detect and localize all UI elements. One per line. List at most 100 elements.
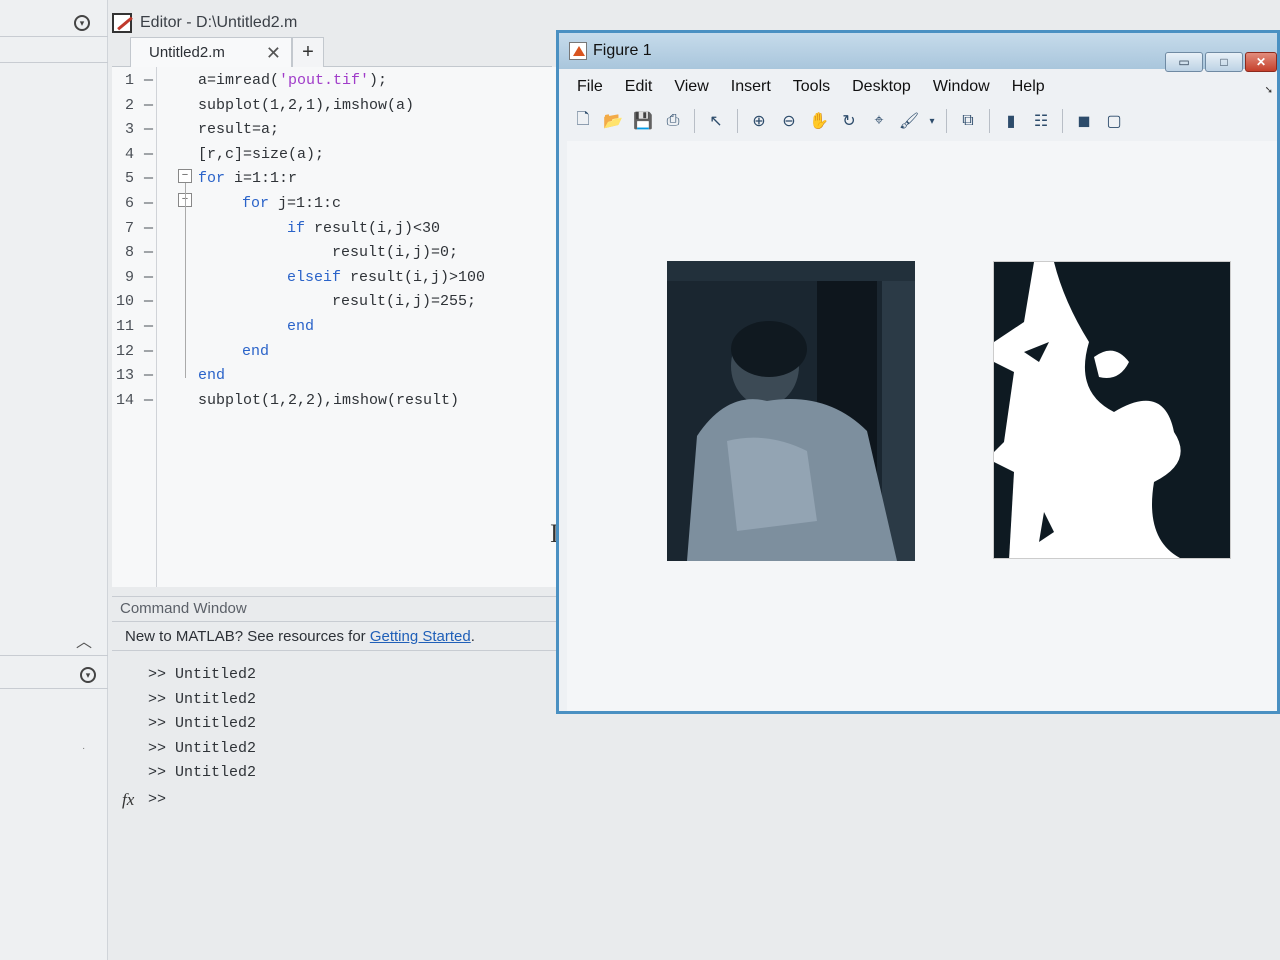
getting-started-link[interactable]: Getting Started <box>370 628 471 645</box>
colorbar-icon[interactable]: ▮ <box>999 109 1023 133</box>
code-line[interactable]: 4 — [r,c]=size(a); <box>112 143 557 167</box>
code-line[interactable]: 9 — elseif result(i,j)>100 <box>112 266 557 290</box>
menu-window[interactable]: Window <box>933 78 990 96</box>
figure-window[interactable]: Figure 1 ▭ □ ✕ ➘ File Edit View Insert T… <box>556 30 1280 714</box>
breakpoint-marker[interactable]: — <box>144 94 153 118</box>
code-token: ); <box>369 72 388 89</box>
breakpoint-marker[interactable]: — <box>144 217 153 241</box>
code-text: end <box>198 364 225 388</box>
rotate-3d-icon[interactable]: ↻ <box>837 109 861 133</box>
code-line[interactable]: 10 — result(i,j)=255; <box>112 290 557 314</box>
breakpoint-marker[interactable]: — <box>144 167 153 191</box>
code-text: for j=1:1:c <box>242 192 341 216</box>
chevron-down-icon[interactable]: ▾ <box>927 109 937 133</box>
figure-menu-bar: File Edit View Insert Tools Desktop Wind… <box>559 73 1277 101</box>
new-tab-button[interactable]: + <box>292 37 324 67</box>
breakpoint-marker[interactable]: — <box>144 340 153 364</box>
pan-icon[interactable]: ✋ <box>807 109 831 133</box>
toolbar-separator <box>737 109 738 133</box>
legend-icon[interactable]: ☷ <box>1029 109 1053 133</box>
line-number: 7 <box>124 219 134 237</box>
breakpoint-marker[interactable]: — <box>144 192 153 216</box>
breakpoint-marker[interactable]: — <box>144 143 153 167</box>
toolbar-separator <box>946 109 947 133</box>
code-line[interactable]: 5 — for i=1:1:r <box>112 167 557 191</box>
code-line[interactable]: 3 — result=a; <box>112 118 557 142</box>
code-text: subplot(1,2,1),imshow(a) <box>198 94 414 118</box>
code-line[interactable]: 13 — end <box>112 364 557 388</box>
toolbar-separator <box>989 109 990 133</box>
open-file-icon[interactable]: 📂 <box>601 109 625 133</box>
code-token: subplot(1,2,2),imshow(result) <box>198 391 460 409</box>
editor-tab-bar: Untitled2.m ✕ + <box>112 37 552 67</box>
command-window-header[interactable]: Command Window <box>112 596 562 622</box>
zoom-in-icon[interactable]: ⊕ <box>747 109 771 133</box>
hide-plot-tools-icon[interactable]: ◼ <box>1072 109 1096 133</box>
breakpoint-marker[interactable]: — <box>144 364 153 388</box>
line-number: 1 <box>124 72 134 89</box>
code-editor[interactable]: − − I 1—a=imread('pout.tif');2—subplot(1… <box>112 67 559 587</box>
code-line[interactable]: 14 — subplot(1,2,2),imshow(result) <box>112 389 557 413</box>
command-prompt[interactable]: >> <box>148 791 166 808</box>
data-cursor-icon[interactable]: ⌖ <box>867 109 891 133</box>
figure-title-text: Figure 1 <box>593 42 652 59</box>
print-icon[interactable]: ⎙ <box>661 109 685 133</box>
code-line[interactable]: 11 — end <box>112 315 557 339</box>
keyword-token: end <box>242 342 270 360</box>
panel-menu-icon[interactable]: ▾ <box>80 667 96 683</box>
function-browser-icon[interactable]: fx <box>122 790 134 810</box>
figure-toolbar: 🗋 📂 💾 ⎙ ↖ ⊕ ⊖ ✋ ↻ ⌖ 🖌 ▾ ⧉ ▮ ☷ ◼ ▢ <box>559 103 1277 139</box>
command-history-line: >> Untitled2 <box>148 666 257 683</box>
breakpoint-marker[interactable]: — <box>144 315 153 339</box>
line-number: 5 <box>124 170 134 188</box>
code-line[interactable]: 2 — subplot(1,2,1),imshow(a) <box>112 94 557 118</box>
subplot-result-image[interactable] <box>993 261 1231 559</box>
getting-started-notice: New to MATLAB? See resources for Getting… <box>112 623 562 651</box>
panel-menu-icon[interactable]: ▾ <box>74 15 90 31</box>
brush-icon[interactable]: 🖌 <box>897 109 921 133</box>
menu-desktop[interactable]: Desktop <box>852 78 911 96</box>
breakpoint-marker[interactable]: — <box>144 389 153 413</box>
menu-insert[interactable]: Insert <box>731 78 771 96</box>
minimize-button[interactable]: ▭ <box>1165 52 1203 72</box>
breakpoint-marker[interactable]: — <box>144 118 153 142</box>
menu-file[interactable]: File <box>577 78 603 96</box>
breakpoint-marker[interactable]: — <box>144 290 153 314</box>
keyword-token: for <box>198 170 226 188</box>
new-figure-icon[interactable]: 🗋 <box>571 109 595 133</box>
code-line[interactable]: 8 — result(i,j)=0; <box>112 241 557 265</box>
collapse-up-icon[interactable]: ︿ <box>76 628 92 652</box>
left-panel-strip: ▾ ︿ ▾ <box>0 0 108 960</box>
close-button[interactable]: ✕ <box>1245 52 1277 72</box>
code-line[interactable]: 6 — for j=1:1:c <box>112 192 557 216</box>
divider <box>0 62 108 63</box>
link-plot-icon[interactable]: ⧉ <box>956 109 980 133</box>
figure-title: Figure 1 <box>569 42 652 60</box>
code-token: result(i,j)>100 <box>341 268 486 286</box>
show-plot-tools-icon[interactable]: ▢ <box>1102 109 1126 133</box>
subplot-original-image[interactable] <box>667 261 915 561</box>
maximize-button[interactable]: □ <box>1205 52 1243 72</box>
pointer-icon[interactable]: ↖ <box>704 109 728 133</box>
figure-canvas[interactable] <box>567 141 1277 711</box>
menu-tools[interactable]: Tools <box>793 78 830 96</box>
original-image-graphic <box>667 261 915 561</box>
code-text: subplot(1,2,2),imshow(result) <box>198 389 459 413</box>
code-line[interactable]: 7 — if result(i,j)<30 <box>112 217 557 241</box>
code-line[interactable]: 1 — a=imread('pout.tif'); <box>112 69 557 93</box>
code-text: if result(i,j)<30 <box>287 217 440 241</box>
breakpoint-marker[interactable]: — <box>144 69 153 93</box>
breakpoint-marker[interactable]: — <box>144 266 153 290</box>
breakpoint-marker[interactable]: — <box>144 241 153 265</box>
close-icon[interactable]: ✕ <box>266 43 281 64</box>
string-token: 'pout.tif' <box>279 72 370 89</box>
code-token: result(i,j)=255; <box>332 293 477 311</box>
notice-suffix: . <box>470 628 475 645</box>
menu-edit[interactable]: Edit <box>625 78 653 96</box>
tab-untitled2[interactable]: Untitled2.m ✕ <box>130 37 292 67</box>
zoom-out-icon[interactable]: ⊖ <box>777 109 801 133</box>
menu-help[interactable]: Help <box>1012 78 1045 96</box>
code-line[interactable]: 12 — end <box>112 340 557 364</box>
save-icon[interactable]: 💾 <box>631 109 655 133</box>
menu-view[interactable]: View <box>674 78 708 96</box>
